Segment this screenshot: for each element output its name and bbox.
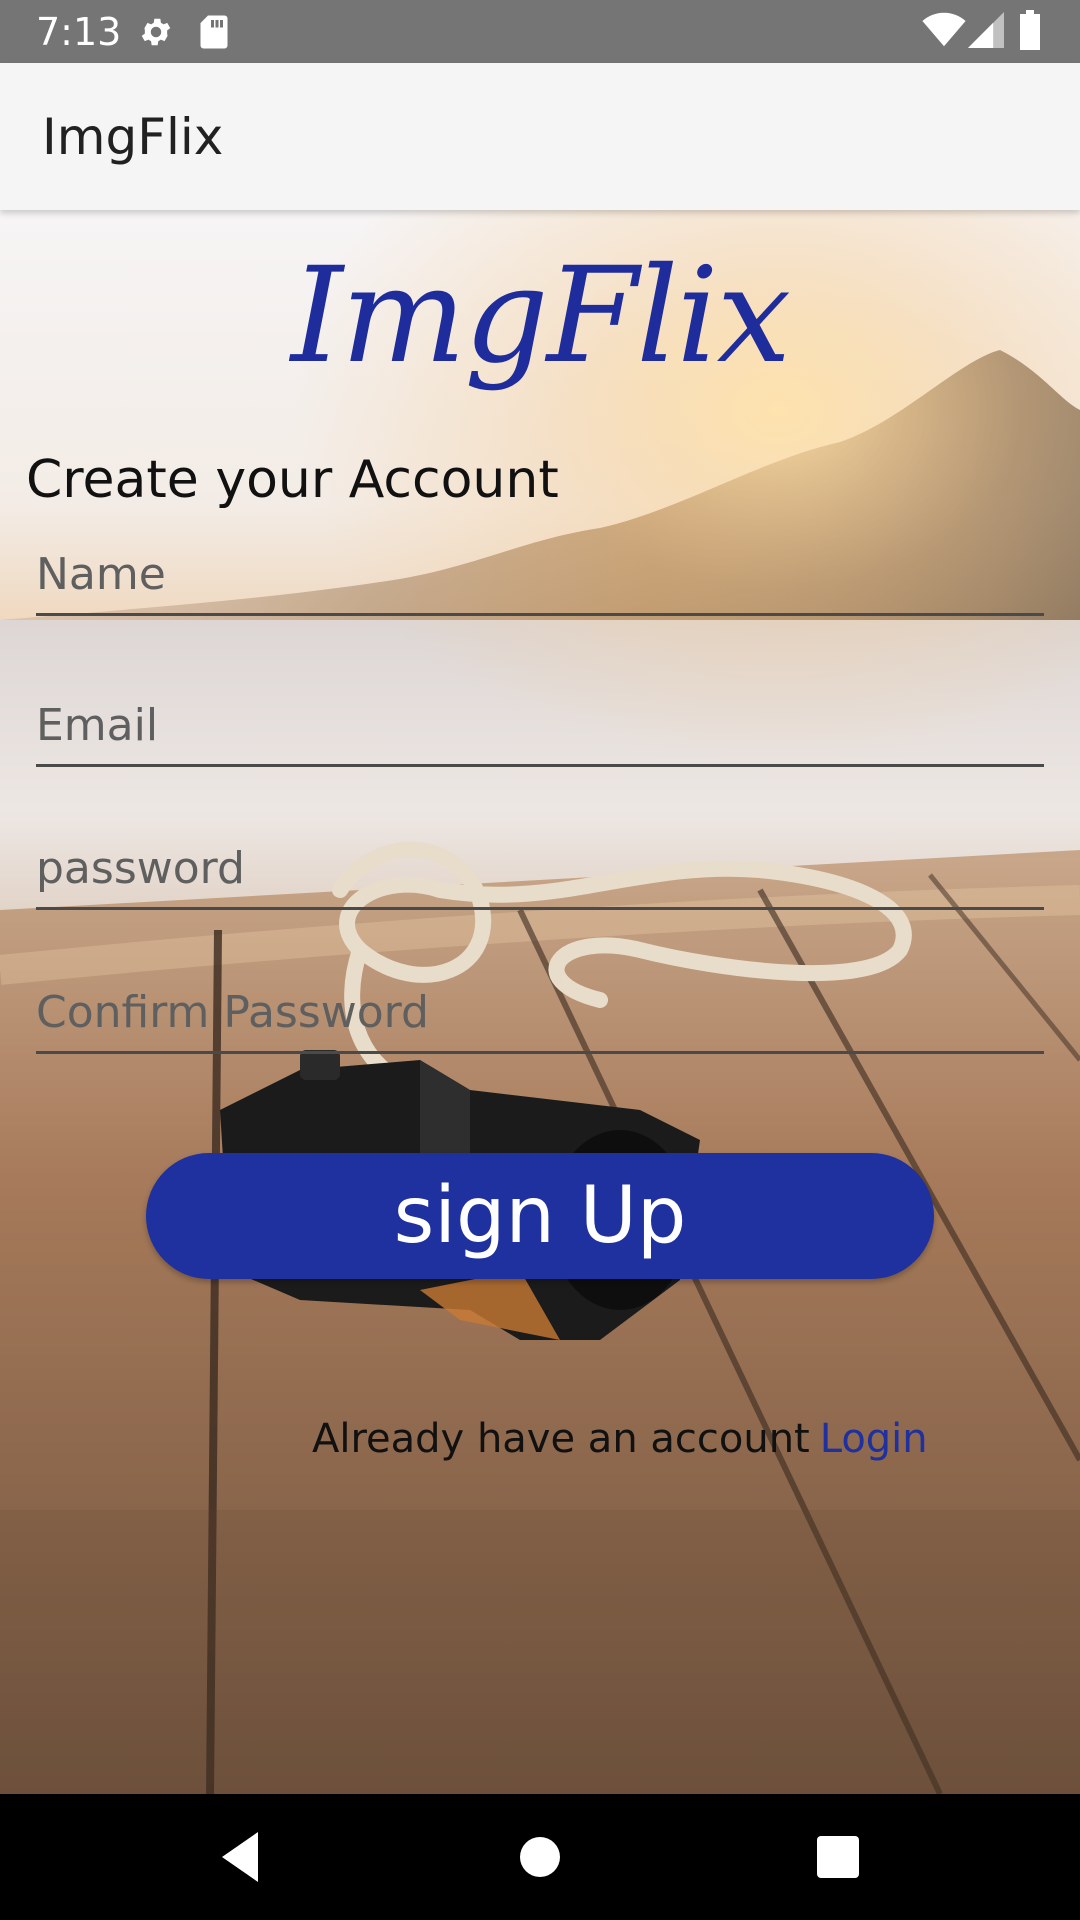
create-account-heading: Create your Account	[26, 450, 559, 510]
status-bar: 7:13	[0, 0, 1080, 63]
back-icon[interactable]	[206, 1822, 276, 1892]
email-input[interactable]	[36, 687, 1044, 763]
wifi-icon	[922, 12, 966, 52]
imgflix-logo: ImgFlix	[290, 239, 791, 393]
password-field-container	[36, 830, 1044, 910]
gear-icon	[138, 14, 174, 54]
signal-icon	[968, 12, 1004, 52]
login-link[interactable]: Login	[820, 1416, 928, 1462]
name-input[interactable]	[36, 536, 1044, 612]
login-prompt-text: Already have an account	[312, 1416, 810, 1462]
confirm-password-input[interactable]	[36, 974, 1044, 1050]
login-prompt-row: Already have an account Login	[312, 1414, 928, 1464]
email-field-container	[36, 687, 1044, 767]
recents-icon[interactable]	[803, 1822, 873, 1892]
name-underline	[36, 613, 1044, 616]
name-field-container	[36, 536, 1044, 616]
app-bar: ImgFlix	[0, 63, 1080, 210]
email-underline	[36, 764, 1044, 767]
navigation-bar	[0, 1794, 1080, 1920]
password-input[interactable]	[36, 830, 1044, 906]
home-icon[interactable]	[505, 1822, 575, 1892]
sd-card-icon	[198, 14, 230, 54]
app-bar-title: ImgFlix	[42, 108, 224, 166]
sign-up-button[interactable]: sign Up	[146, 1153, 934, 1279]
status-time: 7:13	[36, 10, 122, 54]
signup-screen: 7:13 ImgFlix ImgFlix Create your Account…	[0, 0, 1080, 1920]
confirm-password-underline	[36, 1051, 1044, 1054]
battery-icon	[1018, 10, 1042, 54]
password-underline	[36, 907, 1044, 910]
confirm-password-field-container	[36, 974, 1044, 1054]
